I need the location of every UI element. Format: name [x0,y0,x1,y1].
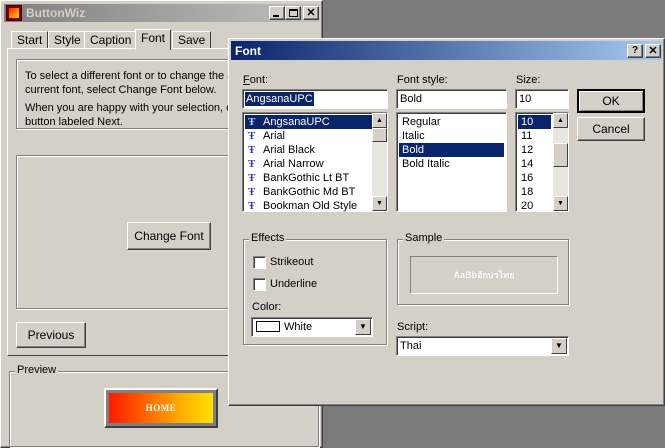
previous-button[interactable]: Previous [16,322,86,348]
font-list-item[interactable]: Ŧ Arial [245,129,385,143]
change-font-button[interactable]: Change Font [127,222,211,250]
scroll-up-arrow-icon[interactable]: ▲ [372,113,387,128]
font-dialog-title-bar[interactable]: Font ? ✕ [231,41,662,60]
scroll-down-arrow-icon[interactable]: ▼ [372,196,387,211]
font-list-item[interactable]: Ŧ BankGothic Lt BT [245,171,385,185]
buttonwiz-title-bar[interactable]: ButtonWiz ✕ [4,4,319,22]
minimize-icon [273,15,279,17]
cancel-button[interactable]: Cancel [577,117,645,141]
dialog-close-button[interactable]: ✕ [645,44,661,58]
close-icon: ✕ [648,45,658,57]
script-value: Thai [400,340,422,352]
preview-label: Preview [15,364,59,376]
scroll-thumb[interactable] [553,143,568,167]
size-input-value: 10 [519,93,532,105]
tab-style[interactable]: Style [48,31,87,49]
sample-label: Sample [403,232,445,244]
truetype-icon: Ŧ [248,200,256,212]
color-dropdown[interactable]: White ▼ [251,317,373,337]
font-list-item[interactable]: Ŧ AngsanaUPC [245,115,385,129]
tab-caption[interactable]: Caption [84,31,138,49]
help-button[interactable]: ? [627,44,643,58]
truetype-icon: Ŧ [248,158,256,170]
size-input[interactable]: 10 [515,89,569,109]
script-dropdown[interactable]: Thai ▼ [396,336,569,356]
style-list-item[interactable]: Regular [399,115,504,129]
truetype-icon: Ŧ [248,116,256,128]
font-style-list[interactable]: Regular Italic Bold Bold Italic [396,112,507,212]
sample-text: AaBbอักษรไทย [453,270,515,280]
font-dialog-title: Font [235,44,261,58]
sample-preview: AaBbอักษรไทย [410,256,558,294]
color-value: White [284,321,313,333]
instruction-line-1: To select a different font or to change … [25,70,234,82]
font-style-label: Font style: [397,74,448,86]
preview-button-image: HOME [104,388,218,428]
font-name-input-value: AngsanaUPC [245,92,314,106]
font-style-input-value: Bold [400,93,423,105]
scroll-thumb[interactable] [372,128,387,142]
size-list-scrollbar[interactable]: ▲ ▼ [553,113,568,211]
color-swatch [256,321,280,332]
script-label: Script: [397,321,429,333]
font-list-item[interactable]: Ŧ Bookman Old Style [245,199,385,213]
close-button[interactable]: ✕ [303,6,319,20]
instruction-line-4: button labeled Next. [25,116,123,128]
help-icon: ? [631,45,639,56]
font-label: Font: [243,74,269,86]
instruction-line-2: current font, select Change Font below. [25,84,217,96]
app-icon [6,5,22,21]
scroll-down-arrow-icon[interactable]: ▼ [553,196,568,211]
font-dialog: Font ? ✕ Font: AngsanaUPC Ŧ AngsanaUPC ŦA… [228,38,665,406]
dropdown-arrow-icon[interactable]: ▼ [551,338,567,354]
font-name-input[interactable]: AngsanaUPC [242,89,388,109]
size-list[interactable]: 10 11 12 14 16 18 20 ▲ ▼ [515,112,569,212]
strikeout-checkbox[interactable] [253,256,266,269]
color-label: Color: [252,301,282,313]
tab-save[interactable]: Save [172,31,212,49]
effects-label: Effects [249,232,287,244]
font-list[interactable]: Ŧ AngsanaUPC Ŧ Arial Ŧ Arial Black Ŧ Arial N… [242,112,388,212]
style-list-item[interactable]: Bold Italic [399,157,504,171]
truetype-icon: Ŧ [248,172,256,184]
minimize-button[interactable] [269,6,285,20]
font-label-text: ont: [249,74,269,86]
font-list-item[interactable]: Ŧ Arial Narrow [245,157,385,171]
close-icon: ✕ [306,7,316,19]
preview-button-text: HOME [145,403,177,413]
font-list-scrollbar[interactable]: ▲ ▼ [372,113,387,211]
font-style-input[interactable]: Bold [396,89,507,109]
maximize-icon [289,9,298,17]
underline-checkbox[interactable] [253,278,266,291]
tab-start[interactable]: Start [11,31,49,49]
size-list-item[interactable]: 10 [518,115,551,129]
strikeout-label[interactable]: Strikeout [270,256,313,268]
scroll-up-arrow-icon[interactable]: ▲ [553,113,568,128]
truetype-icon: Ŧ [248,144,256,156]
font-list-item[interactable]: Ŧ BankGothic Md BT [245,185,385,199]
style-list-item[interactable]: Bold [399,143,504,157]
style-list-item[interactable]: Italic [399,129,504,143]
ok-button[interactable]: OK [577,89,645,113]
font-list-item[interactable]: Ŧ Arial Black [245,143,385,157]
window-title: ButtonWiz [26,6,86,20]
underline-label[interactable]: Underline [270,278,317,290]
truetype-icon: Ŧ [248,186,256,198]
size-label: Size: [516,74,541,86]
tab-font[interactable]: Font [135,29,172,50]
truetype-icon: Ŧ [248,130,256,142]
maximize-button[interactable] [285,6,301,20]
dropdown-arrow-icon[interactable]: ▼ [355,319,371,335]
instruction-line-3: When you are happy with your selection, … [25,102,237,114]
